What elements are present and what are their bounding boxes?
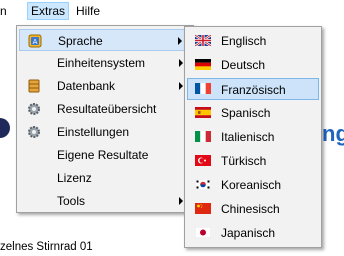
menu-item-eigene-resultate[interactable]: Eigene Resultate: [19, 144, 191, 166]
flag-de-icon: [195, 59, 211, 70]
language-label: Englisch: [221, 34, 267, 48]
menu-item-label: Tools: [57, 194, 86, 208]
language-item-franzoesisch[interactable]: Französisch: [187, 78, 319, 100]
language-label: Chinesisch: [221, 202, 280, 216]
menu-hilfe[interactable]: Hilfe: [73, 3, 103, 19]
language-label: Türkisch: [221, 154, 267, 168]
gear-icon: [27, 102, 41, 116]
flag-uk-icon: [195, 35, 211, 46]
submenu-arrow-icon: [179, 82, 183, 90]
menu-item-label: Einstellungen: [57, 125, 130, 139]
language-item-englisch[interactable]: Englisch: [187, 30, 319, 52]
language-item-tuerkisch[interactable]: Türkisch: [187, 150, 319, 172]
menu-item-label: Resultateübersicht: [57, 102, 157, 116]
language-label: Deutsch: [221, 58, 266, 72]
menu-item-lizenz[interactable]: Lizenz: [19, 167, 191, 189]
menu-item-einstellungen[interactable]: Einstellungen: [19, 121, 191, 143]
menu-item-resultateuebersicht[interactable]: Resultateübersicht: [19, 98, 191, 120]
extras-dropdown-menu: A Sprache Einheitensystem Datenbank Resu…: [16, 25, 194, 213]
submenu-arrow-icon: [178, 37, 182, 45]
menu-item-sprache[interactable]: A Sprache: [19, 29, 191, 51]
flag-es-icon: [195, 107, 211, 118]
submenu-arrow-icon: [179, 59, 183, 67]
menu-item-label: Datenbank: [57, 79, 116, 93]
language-label: Koreanisch: [221, 178, 282, 192]
language-item-koreanisch[interactable]: Koreanisch: [187, 174, 319, 196]
language-label: Spanisch: [221, 106, 271, 120]
language-item-chinesisch[interactable]: Chinesisch: [187, 198, 319, 220]
flag-jp-icon: [195, 227, 211, 238]
menu-item-label: Sprache: [58, 34, 103, 48]
language-item-spanisch[interactable]: Spanisch: [187, 102, 319, 124]
menu-item-label: Eigene Resultate: [57, 148, 149, 162]
menu-item-label: Lizenz: [57, 171, 92, 185]
language-icon: A: [28, 34, 42, 48]
language-item-japanisch[interactable]: Japanisch: [187, 222, 319, 244]
flag-fr-icon: [195, 83, 211, 94]
menu-item-einheitensystem[interactable]: Einheitensystem: [19, 52, 191, 74]
language-label: Japanisch: [221, 226, 276, 240]
flag-cn-icon: [195, 203, 211, 214]
flag-tr-icon: [195, 155, 211, 166]
gear-icon: [27, 125, 41, 139]
menu-item-tools[interactable]: Tools: [19, 190, 191, 212]
menu-item-datenbank[interactable]: Datenbank: [19, 75, 191, 97]
flag-it-icon: [195, 131, 211, 142]
language-label: Französisch: [221, 83, 286, 97]
language-submenu: Englisch Deutsch Französisch Spanisch It…: [184, 26, 322, 248]
svg-text:A: A: [33, 38, 38, 46]
background-heading-fragment: ng: [322, 121, 344, 146]
background-circle-graphic: [0, 118, 10, 138]
menu-partial[interactable]: n: [0, 3, 10, 19]
menu-extras[interactable]: Extras: [27, 2, 70, 20]
menu-bar: n Extras Hilfe: [0, 0, 344, 22]
language-label: Italienisch: [221, 130, 275, 144]
submenu-arrow-icon: [179, 197, 183, 205]
database-icon: [27, 79, 41, 93]
flag-kr-icon: [195, 179, 211, 190]
menu-item-label: Einheitensystem: [57, 56, 146, 70]
language-item-deutsch[interactable]: Deutsch: [187, 54, 319, 76]
language-item-italienisch[interactable]: Italienisch: [187, 126, 319, 148]
